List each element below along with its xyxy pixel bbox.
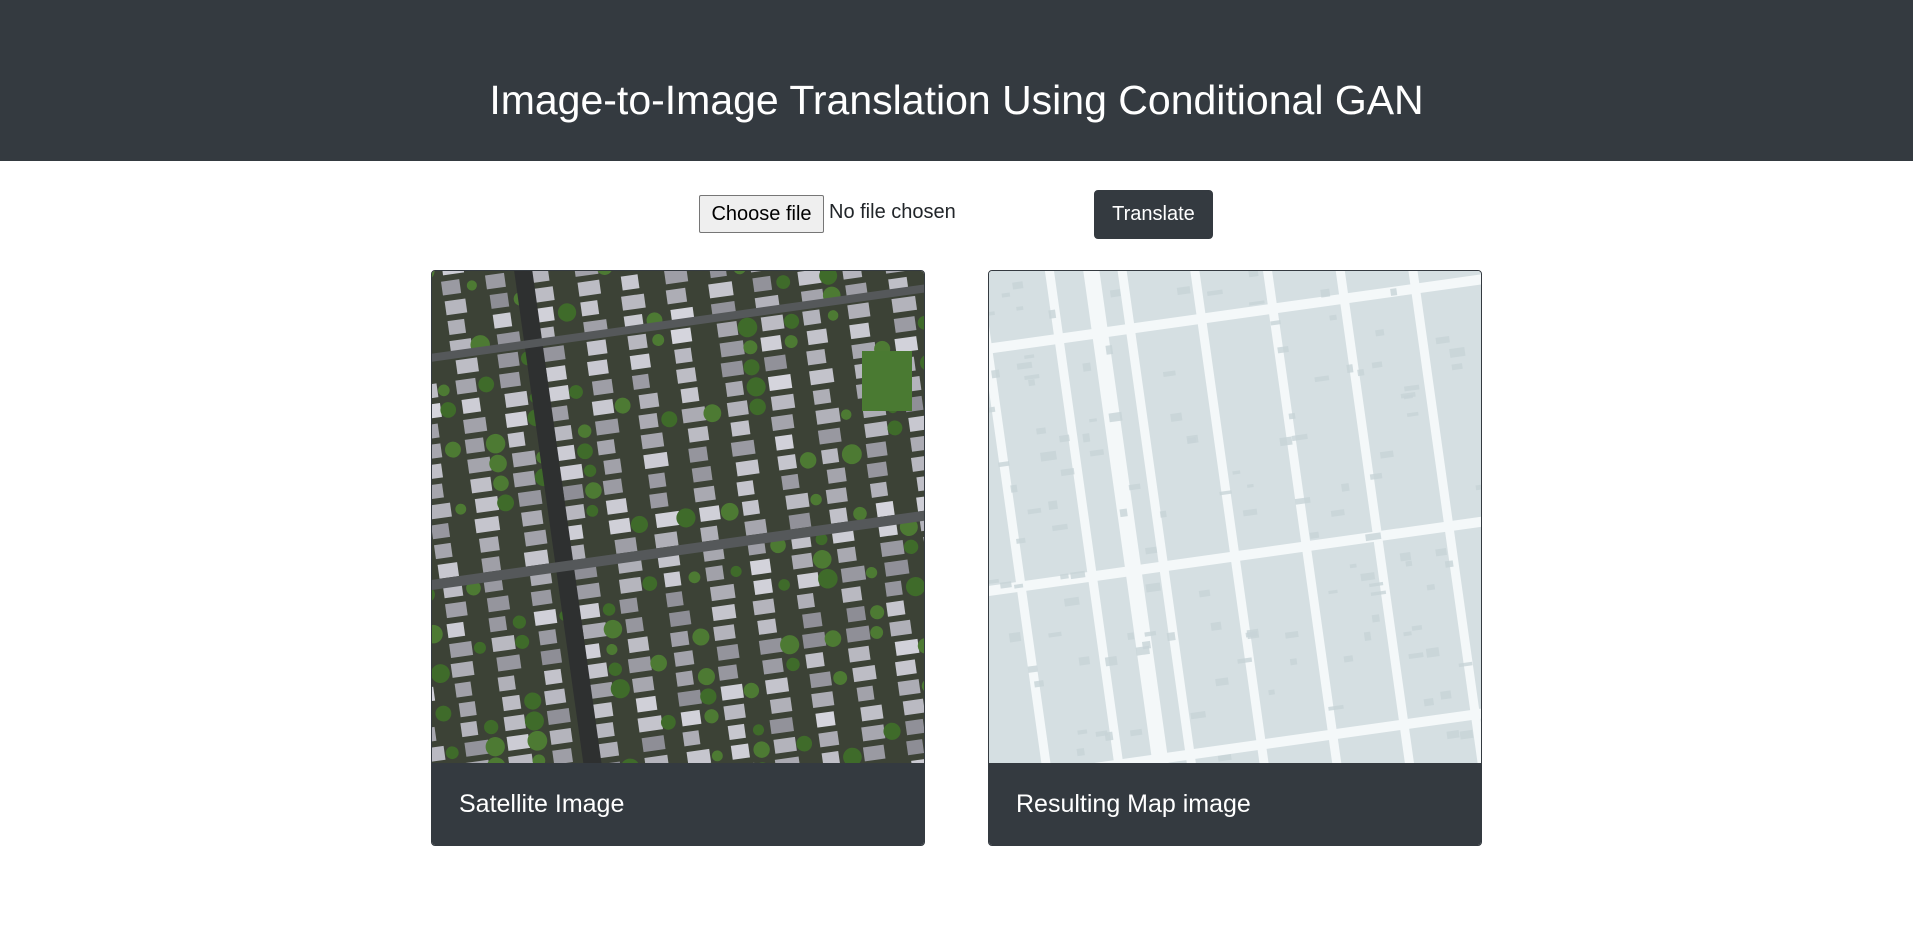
- page-title: Image-to-Image Translation Using Conditi…: [489, 77, 1424, 123]
- satellite-caption: Satellite Image: [459, 790, 625, 818]
- satellite-card: Satellite Image: [431, 270, 925, 846]
- app-header: Image-to-Image Translation Using Conditi…: [0, 0, 1913, 161]
- satellite-card-footer: Satellite Image: [432, 763, 924, 845]
- map-caption: Resulting Map image: [1016, 790, 1251, 818]
- translate-button[interactable]: Translate: [1094, 190, 1213, 239]
- map-image: [989, 271, 1481, 763]
- map-card: Resulting Map image: [988, 270, 1482, 846]
- choose-file-button[interactable]: Choose file: [699, 195, 824, 233]
- map-card-footer: Resulting Map image: [989, 763, 1481, 845]
- satellite-image: [432, 271, 924, 763]
- file-status-text: No file chosen: [829, 201, 956, 223]
